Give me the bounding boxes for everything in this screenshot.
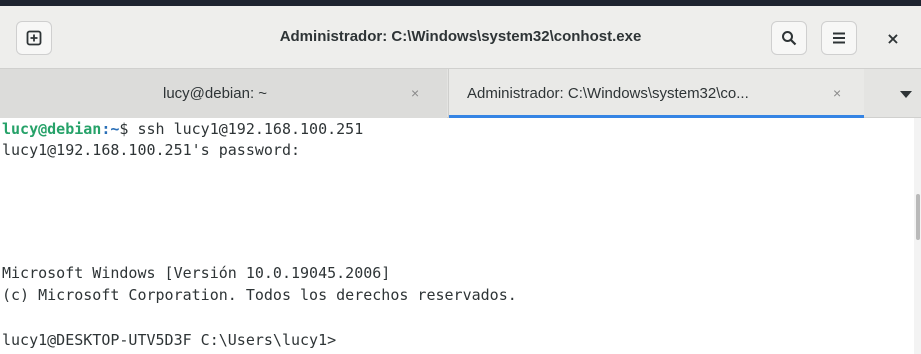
tabs-menu-button[interactable] [890,69,921,118]
chevron-down-icon [899,90,912,98]
tab-label: Administrador: C:\Windows\system32\co... [467,85,749,102]
terminal-line: Microsoft Windows [Versión 10.0.19045.20… [2,264,391,282]
scrollbar[interactable] [914,118,921,354]
terminal-line: lucy1@DESKTOP-UTV5D3F C:\Users\lucy1> [2,331,337,349]
scrollbar-thumb[interactable] [916,194,920,240]
tab-label: lucy@debian: ~ [163,85,268,102]
menu-button[interactable] [821,21,857,55]
tab-lucy-debian[interactable]: lucy@debian: ~ × [0,69,447,118]
tab-bar: lucy@debian: ~ × Administrador: C:\Windo… [0,68,921,118]
window-close-button[interactable]: × [870,21,916,55]
tab-close-icon[interactable]: × [411,69,419,118]
terminal-line: lucy@debian:~$ ssh lucy1@192.168.100.251 [2,119,363,139]
terminal-window: Administrador: C:\Windows\system32\conho… [0,0,921,354]
terminal-line: lucy1@192.168.100.251's password: [2,141,301,159]
close-icon: × [886,28,900,48]
hamburger-menu-icon [833,32,845,44]
command-text: $ ssh lucy1@192.168.100.251 [119,120,364,138]
new-tab-button[interactable] [16,21,52,55]
search-icon [782,31,797,46]
header-bar: Administrador: C:\Windows\system32\conho… [0,6,921,68]
tab-administrador[interactable]: Administrador: C:\Windows\system32\co...… [448,69,864,118]
terminal-output[interactable]: lucy@debian:~$ ssh lucy1@192.168.100.251… [0,118,914,354]
prompt-path: :~ [101,120,120,138]
tab-close-icon[interactable]: × [833,69,841,118]
search-button[interactable] [771,21,807,55]
new-tab-icon [26,30,42,46]
terminal-line: (c) Microsoft Corporation. Todos los der… [2,286,517,304]
prompt-user-host: lucy@debian [2,120,102,138]
